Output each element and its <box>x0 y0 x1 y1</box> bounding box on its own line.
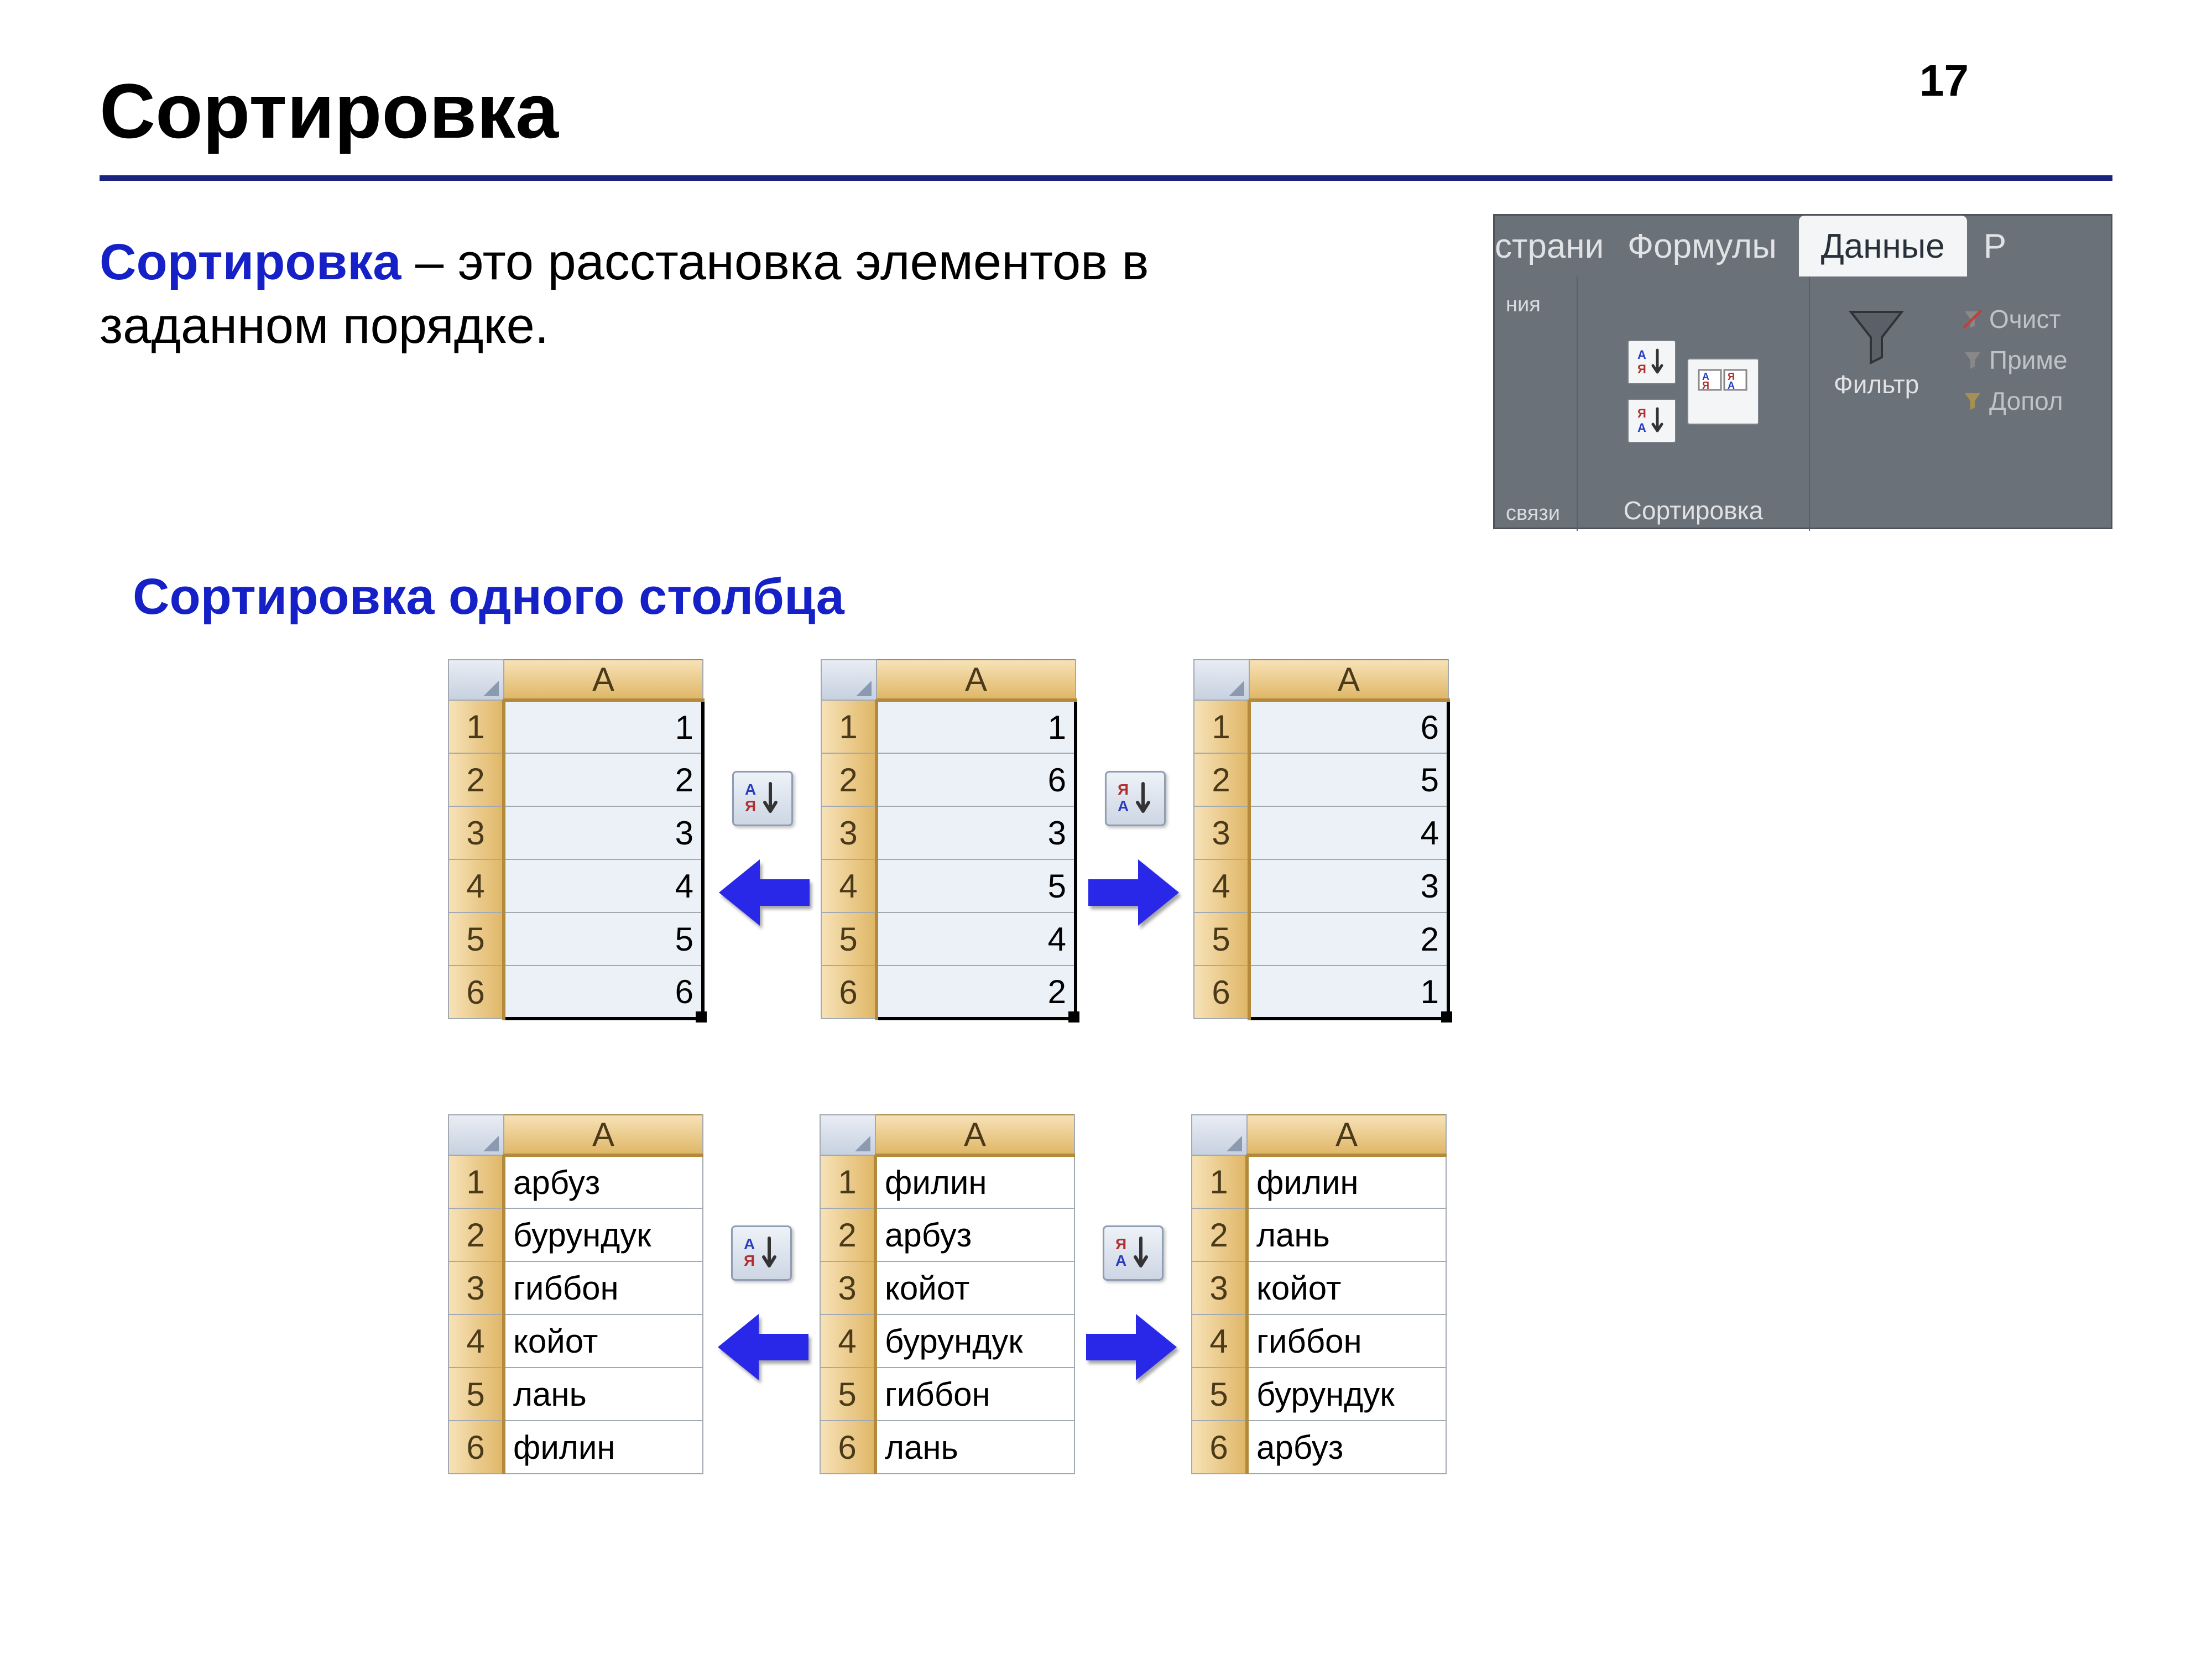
col-header[interactable]: A <box>504 660 703 700</box>
svg-text:А: А <box>744 1235 755 1253</box>
svg-text:Я: Я <box>1118 781 1129 798</box>
arrow-right-icon <box>1088 854 1182 931</box>
sort-group-label: Сортировка <box>1589 495 1798 525</box>
definition-term: Сортировка <box>100 234 401 290</box>
corner-cell[interactable] <box>448 660 504 700</box>
arrow-right-icon <box>1086 1308 1180 1386</box>
grid-row-text: A 1арбуз 2бурундук 3гиббон 4койот 5лань … <box>448 1114 2112 1474</box>
ribbon-tab-review[interactable]: Ре <box>1967 216 2006 276</box>
svg-text:А: А <box>1637 421 1646 435</box>
page-title: Сортировка <box>100 66 2112 156</box>
page-number: 17 <box>1919 55 1969 106</box>
svg-text:А: А <box>1118 797 1129 815</box>
ribbon-body: ния связи А Я <box>1495 276 2111 531</box>
sheet-txt-asc: A 1арбуз 2бурундук 3гиббон 4койот 5лань … <box>448 1114 703 1474</box>
excel-ribbon: страницы Формулы Данные Ре ния связи <box>1493 214 2112 529</box>
sub-heading: Сортировка одного столбца <box>133 568 2112 626</box>
col-header[interactable]: A <box>1247 1115 1446 1155</box>
svg-text:Я: Я <box>744 1252 755 1269</box>
col-header[interactable]: A <box>875 1115 1074 1155</box>
sheet-num-orig: A 11 26 33 45 54 62 <box>821 659 1077 1020</box>
grid-row-numbers: A 11 22 33 44 55 66 А Я <box>448 659 2112 1020</box>
svg-text:Я: Я <box>1115 1235 1126 1253</box>
svg-text:Я: Я <box>1637 362 1646 376</box>
filter-advanced[interactable]: Допол <box>1961 386 2068 416</box>
ribbon-tab-formulas[interactable]: Формулы <box>1605 216 1799 276</box>
svg-text:А: А <box>1115 1252 1126 1269</box>
sort-asc-icon: А Я <box>740 1234 782 1272</box>
ribbon-tabs: страницы Формулы Данные Ре <box>1495 216 2111 276</box>
filter-advanced-icon <box>1961 390 1984 412</box>
arrow-col-right-1: Я А <box>1077 749 1193 931</box>
col-header[interactable]: A <box>504 1115 703 1155</box>
definition-row: Сортировка – это расстановка элементов в… <box>100 231 2112 529</box>
sort-desc-icon: Я А <box>1635 405 1668 436</box>
sort-asc-button[interactable]: А Я <box>732 771 793 826</box>
corner-cell[interactable] <box>1194 660 1249 700</box>
arrow-left-icon <box>716 854 810 931</box>
sort-asc-button-ribbon[interactable]: А Я <box>1627 340 1676 384</box>
svg-text:А: А <box>1728 380 1735 391</box>
corner-cell[interactable] <box>448 1115 504 1155</box>
sort-asc-icon: А Я <box>742 779 784 818</box>
corner-cell[interactable] <box>820 1115 875 1155</box>
sort-dialog-icon: А Я Я А <box>1695 367 1751 416</box>
filter-reapply[interactable]: Приме <box>1961 345 2068 375</box>
ribbon-label-connections-bot: связи <box>1506 502 1566 525</box>
arrow-left-icon <box>714 1308 808 1386</box>
sort-asc-icon: А Я <box>1635 347 1668 378</box>
svg-text:Я: Я <box>1637 406 1646 420</box>
filter-label: Фильтр <box>1834 369 1919 399</box>
ribbon-tab-pagelayout[interactable]: страницы <box>1495 216 1605 276</box>
sheet-num-desc: A 16 25 34 43 52 61 <box>1193 659 1450 1020</box>
slide: 17 Сортировка Сортировка – это расстанов… <box>0 0 2212 1659</box>
sort-desc-button[interactable]: Я А <box>1105 771 1166 826</box>
svg-text:Я: Я <box>745 797 756 815</box>
sort-desc-button[interactable]: Я А <box>1103 1225 1164 1281</box>
sheet-num-asc: A 11 22 33 44 55 66 <box>448 659 705 1020</box>
filter-clear-icon <box>1961 308 1984 330</box>
filter-reapply-icon <box>1961 349 1984 371</box>
ribbon-label-connections-top: ния <box>1506 293 1566 317</box>
ribbon-group-filter-extra: Очист Приме Допол <box>1943 276 2068 531</box>
sort-dialog-button[interactable]: А Я Я А <box>1687 358 1759 425</box>
sort-desc-icon: Я А <box>1114 779 1156 818</box>
svg-text:А: А <box>1637 348 1646 362</box>
filter-icon[interactable] <box>1843 304 1910 365</box>
svg-text:А: А <box>745 781 756 798</box>
sort-desc-button-ribbon[interactable]: Я А <box>1627 399 1676 443</box>
grids-area: A 11 22 33 44 55 66 А Я <box>448 659 2112 1474</box>
filter-clear[interactable]: Очист <box>1961 304 2068 334</box>
col-header[interactable]: A <box>1249 660 1448 700</box>
sort-desc-icon: Я А <box>1112 1234 1154 1272</box>
col-header[interactable]: A <box>877 660 1076 700</box>
definition-text: Сортировка – это расстановка элементов в… <box>100 231 1150 358</box>
sheet-txt-orig: A 1филин 2арбуз 3койот 4бурундук 5гиббон… <box>820 1114 1075 1474</box>
sheet-txt-desc: A 1филин 2лань 3койот 4гиббон 5бурундук … <box>1191 1114 1447 1474</box>
ribbon-group-filter: Фильтр <box>1810 276 1943 531</box>
arrow-col-left-1: А Я <box>705 749 821 931</box>
corner-cell[interactable] <box>1192 1115 1247 1155</box>
title-rule <box>100 175 2112 181</box>
corner-cell[interactable] <box>821 660 877 700</box>
arrow-col-right-2: Я А <box>1075 1203 1191 1386</box>
svg-text:Я: Я <box>1702 380 1709 391</box>
sort-asc-button[interactable]: А Я <box>731 1225 792 1281</box>
arrow-col-left-2: А Я <box>703 1203 820 1386</box>
ribbon-tab-data[interactable]: Данные <box>1799 216 1967 276</box>
ribbon-group-sort: А Я Я А <box>1578 276 1810 531</box>
ribbon-group-connections: ния связи <box>1495 276 1578 531</box>
